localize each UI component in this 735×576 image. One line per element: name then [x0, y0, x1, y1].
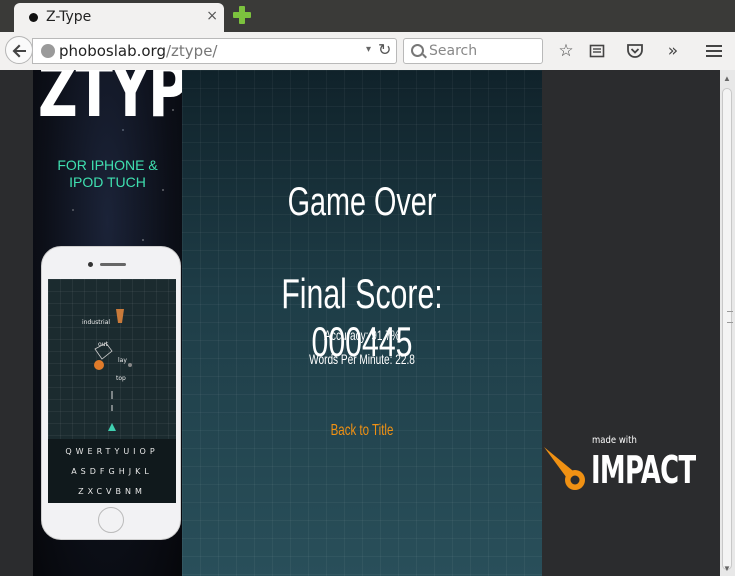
iphone-ad-banner[interactable]: ZTYPE FOR IPHONE & IPOD TUCH industrial … — [33, 70, 182, 576]
impact-badge[interactable]: made with IMPACT — [542, 70, 720, 576]
pocket-icon[interactable] — [624, 40, 646, 62]
back-button[interactable] — [5, 36, 33, 64]
phone-camera — [88, 262, 93, 267]
scroll-down-icon[interactable]: ▼ — [723, 564, 731, 573]
bookmark-star-icon[interactable]: ☆ — [555, 40, 577, 62]
scroll-up-icon[interactable]: ▲ — [723, 74, 731, 83]
ad-logo: ZTYPE — [38, 70, 182, 134]
tab-title: Z-Type — [46, 9, 92, 25]
tab-ztype[interactable]: Z-Type × — [14, 3, 224, 32]
history-dropdown-icon[interactable]: ▾ — [366, 44, 371, 55]
search-box[interactable]: Search — [403, 38, 543, 64]
accuracy-stat: Accuracy: 91.7% — [324, 327, 400, 343]
ad-tagline-line2: IPOD TUCH — [69, 174, 146, 190]
reading-list-icon[interactable] — [586, 40, 608, 62]
back-to-title-link[interactable]: Back to Title — [232, 422, 491, 440]
overflow-chevron-icon[interactable]: » — [662, 40, 684, 62]
left-margin — [0, 70, 33, 576]
phone-illustration: industrial out lay top QWERTYUIOP ASDFGH… — [41, 246, 181, 540]
ad-tagline: FOR IPHONE & IPOD TUCH — [33, 157, 182, 191]
phone-home-button — [98, 507, 124, 533]
search-icon — [411, 44, 424, 57]
close-tab-icon[interactable]: × — [206, 8, 218, 24]
ad-tagline-line1: FOR IPHONE & — [57, 157, 158, 173]
keyboard-row: ZXCVBNM — [78, 487, 146, 496]
made-with-label: made with — [592, 435, 637, 446]
phone-game-area: industrial out lay top — [48, 279, 176, 439]
url-path: /ztype/ — [165, 42, 218, 60]
phone-keyboard: QWERTYUIOP ASDFGHJKL ZXCVBNM — [48, 439, 176, 503]
phone-speaker — [100, 263, 126, 266]
wpm-stat: Words Per Minute: 22.8 — [309, 351, 415, 367]
game-over-title: Game Over — [287, 180, 437, 224]
game-canvas[interactable]: Game Over Final Score: 000445 Accuracy: … — [182, 70, 542, 576]
phone-screen: industrial out lay top QWERTYUIOP ASDFGH… — [48, 279, 176, 503]
menu-icon[interactable] — [703, 40, 725, 62]
keyboard-row: ASDFGHJKL — [71, 467, 153, 476]
url-domain: phoboslab.org — [59, 42, 166, 60]
impact-comet-icon — [544, 447, 585, 490]
url-bar[interactable]: phoboslab.org/ztype/ ▾ ↻ — [32, 38, 397, 64]
globe-icon — [41, 44, 55, 58]
back-arrow-icon — [12, 44, 26, 58]
tab-strip: Z-Type × — [0, 0, 735, 32]
keyboard-row: QWERTYUIOP — [65, 447, 159, 456]
scrollbar-grip — [727, 311, 733, 323]
phone-game-sprites — [94, 309, 132, 431]
loading-dot-icon — [29, 13, 38, 22]
page-content: ZTYPE FOR IPHONE & IPOD TUCH industrial … — [0, 70, 720, 576]
impact-logo-text: IMPACT — [591, 448, 696, 492]
vertical-scrollbar[interactable]: ▲ ▼ — [720, 70, 735, 576]
reload-icon[interactable]: ↻ — [378, 40, 391, 59]
new-tab-icon[interactable] — [232, 5, 252, 25]
url-text: phoboslab.org/ztype/ — [59, 42, 217, 60]
search-placeholder: Search — [429, 43, 478, 59]
scrollbar-thumb[interactable] — [722, 88, 733, 570]
